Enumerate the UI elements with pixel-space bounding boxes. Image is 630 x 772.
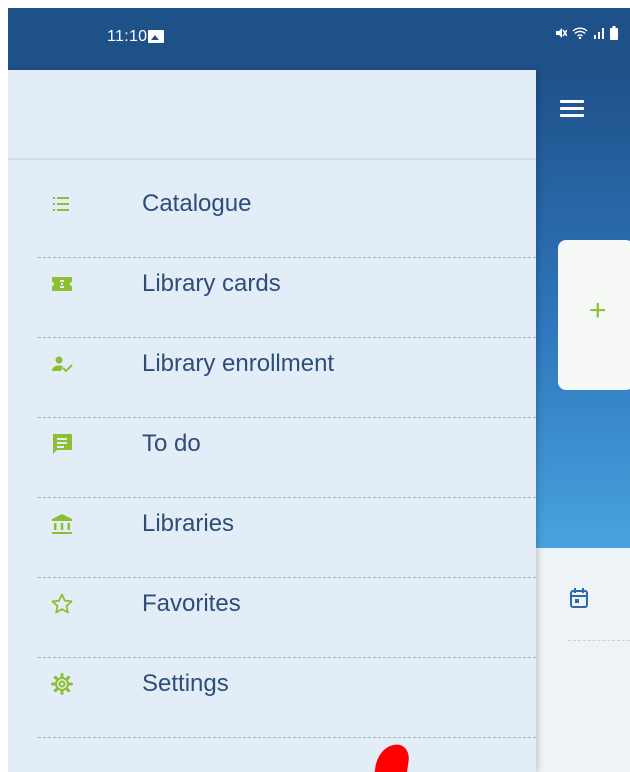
person-check-icon xyxy=(52,356,73,373)
content-divider xyxy=(568,640,630,641)
message-icon xyxy=(53,434,72,454)
menu-item-label: To do xyxy=(142,430,201,457)
plus-icon: + xyxy=(589,294,607,327)
list-icon xyxy=(53,197,69,211)
menu-item-label: Library cards xyxy=(142,270,281,297)
image-notification-icon xyxy=(148,30,164,43)
menu-item-libraries[interactable]: Libraries xyxy=(8,498,536,578)
menu-item-to-do[interactable]: To do xyxy=(8,418,536,498)
wifi-icon xyxy=(572,27,588,39)
menu-item-library-cards[interactable]: Library cards xyxy=(8,258,536,338)
status-bar: 11:10 xyxy=(8,8,630,70)
phone-screen: 11:10 + Catalogue Library cards Library … xyxy=(8,8,630,772)
menu-item-settings[interactable]: Settings xyxy=(8,658,536,738)
drawer-menu: Catalogue Library cards Library enrollme… xyxy=(8,178,536,738)
status-time: 11:10 xyxy=(107,28,148,45)
gear-icon xyxy=(51,673,73,695)
navigation-drawer: Catalogue Library cards Library enrollme… xyxy=(8,70,536,772)
battery-icon xyxy=(610,26,618,40)
menu-item-label: Favorites xyxy=(142,590,241,617)
add-card-button[interactable]: + xyxy=(558,240,630,390)
status-icons xyxy=(555,26,618,40)
menu-item-label: Settings xyxy=(142,670,229,697)
calendar-icon[interactable] xyxy=(570,588,588,608)
hamburger-menu-icon[interactable] xyxy=(560,100,584,118)
signal-icon xyxy=(594,28,604,39)
menu-item-label: Library enrollment xyxy=(142,350,335,377)
bank-icon xyxy=(52,514,72,534)
drawer-header xyxy=(8,70,536,160)
menu-item-favorites[interactable]: Favorites xyxy=(8,578,536,658)
mute-icon xyxy=(556,28,567,38)
star-outline-icon xyxy=(51,593,73,614)
menu-item-library-enrollment[interactable]: Library enrollment xyxy=(8,338,536,418)
ticket-icon xyxy=(52,277,72,291)
content-area xyxy=(528,548,630,772)
menu-item-label: Libraries xyxy=(142,510,235,537)
menu-item-catalogue[interactable]: Catalogue xyxy=(8,178,536,258)
menu-item-label: Catalogue xyxy=(142,190,252,217)
